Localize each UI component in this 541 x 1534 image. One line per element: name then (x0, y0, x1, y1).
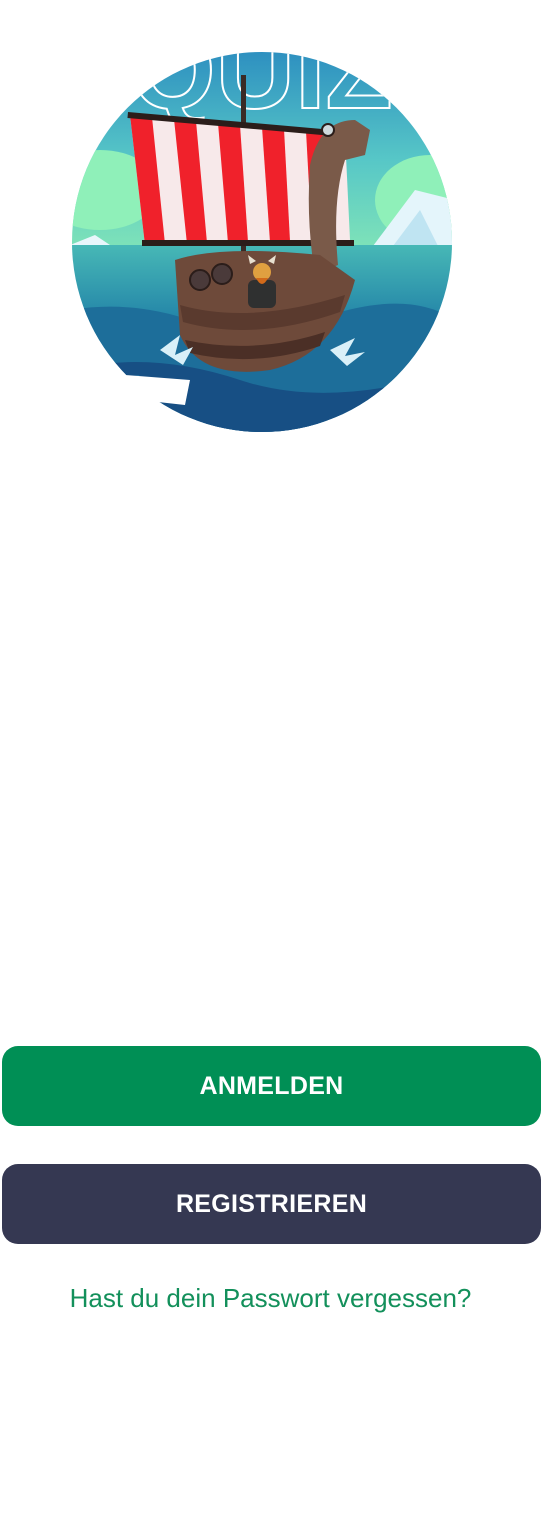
hero-illustration: QUIZ (70, 50, 455, 435)
register-button[interactable]: REGISTRIEREN (2, 1164, 541, 1244)
viking-ship-illustration: QUIZ (72, 52, 452, 432)
login-button[interactable]: ANMELDEN (2, 1046, 541, 1126)
forgot-password-link[interactable]: Hast du dein Passwort vergessen? (0, 1283, 541, 1314)
